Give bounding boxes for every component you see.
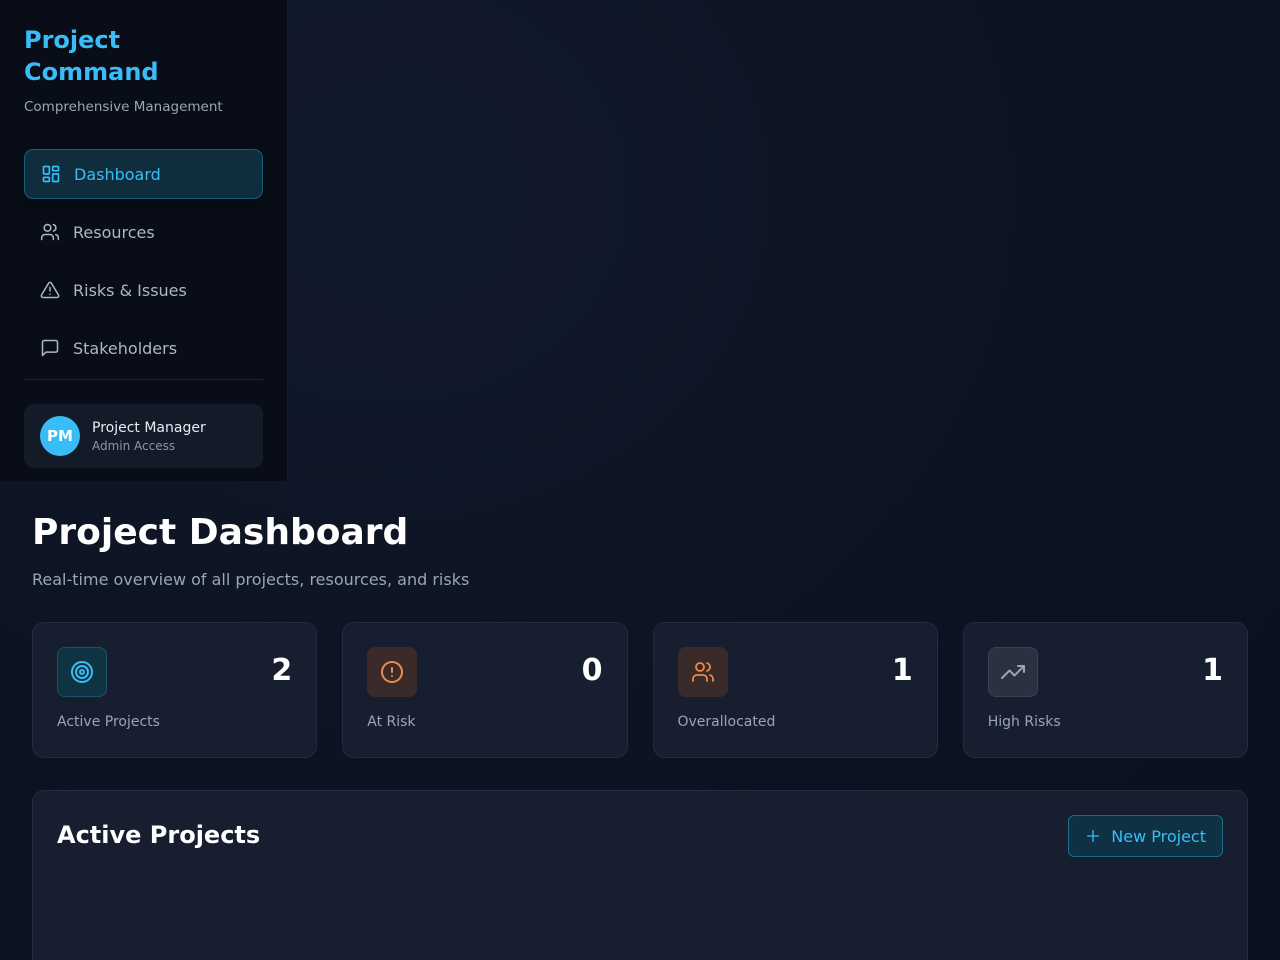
nav-divider: [24, 379, 263, 380]
sidebar-item-stakeholders[interactable]: Stakeholders: [24, 323, 263, 373]
sidebar-item-label: Risks & Issues: [73, 280, 187, 300]
stat-card-high-risks: 1 High Risks: [962, 622, 1248, 758]
active-projects-panel: Active Projects New Project: [32, 790, 1248, 960]
sidebar-item-risks-issues[interactable]: Risks & Issues: [24, 265, 263, 315]
stats-row: 2 Active Projects 0 At Risk 1 Overalloca…: [32, 622, 1248, 758]
page-subtitle: Real-time overview of all projects, reso…: [32, 570, 470, 589]
stat-value: 2: [271, 653, 293, 688]
dashboard-icon: [41, 164, 61, 184]
brand-subtitle: Comprehensive Management: [24, 99, 223, 115]
message-square-icon: [40, 338, 60, 358]
target-icon: [57, 647, 107, 697]
stat-label: At Risk: [367, 714, 416, 730]
main-content: Project Dashboard Real-time overview of …: [32, 512, 1248, 960]
trending-up-icon: [987, 647, 1038, 697]
stat-value: 1: [891, 653, 913, 688]
sidebar-item-label: Resources: [73, 222, 155, 242]
sidebar-item-label: Dashboard: [74, 164, 161, 184]
new-project-label: New Project: [1111, 826, 1206, 846]
alert-triangle-icon: [40, 280, 60, 300]
sidebar-nav: Dashboard Resources Risks & Issues Stake…: [24, 149, 263, 373]
users-icon: [40, 222, 60, 242]
stat-card-active-projects: 2 Active Projects: [32, 622, 318, 758]
brand-title: Project Command: [24, 26, 159, 86]
stat-label: Active Projects: [57, 714, 160, 730]
new-project-button[interactable]: New Project: [1068, 815, 1223, 857]
stat-card-at-risk: 0 At Risk: [342, 622, 628, 758]
alert-circle-icon: [367, 647, 418, 697]
users-icon: [677, 647, 728, 697]
page-title: Project Dashboard: [32, 512, 409, 553]
stat-value: 1: [1202, 653, 1223, 688]
sidebar-item-label: Stakeholders: [73, 338, 178, 358]
user-name: Project Manager: [92, 419, 206, 436]
user-role: Admin Access: [92, 438, 176, 453]
sidebar-item-resources[interactable]: Resources: [24, 207, 263, 257]
plus-icon: [1085, 828, 1101, 844]
stat-label: High Risks: [987, 714, 1061, 730]
avatar: PM: [40, 416, 80, 456]
stat-value: 0: [581, 653, 603, 688]
sidebar: Project Command Comprehensive Management…: [0, 0, 288, 481]
stat-label: Overallocated: [677, 714, 776, 730]
stat-card-overallocated: 1 Overallocated: [652, 622, 938, 758]
panel-title: Active Projects: [57, 821, 261, 849]
sidebar-item-dashboard[interactable]: Dashboard: [24, 149, 263, 199]
user-card[interactable]: PM Project Manager Admin Access: [24, 404, 263, 468]
